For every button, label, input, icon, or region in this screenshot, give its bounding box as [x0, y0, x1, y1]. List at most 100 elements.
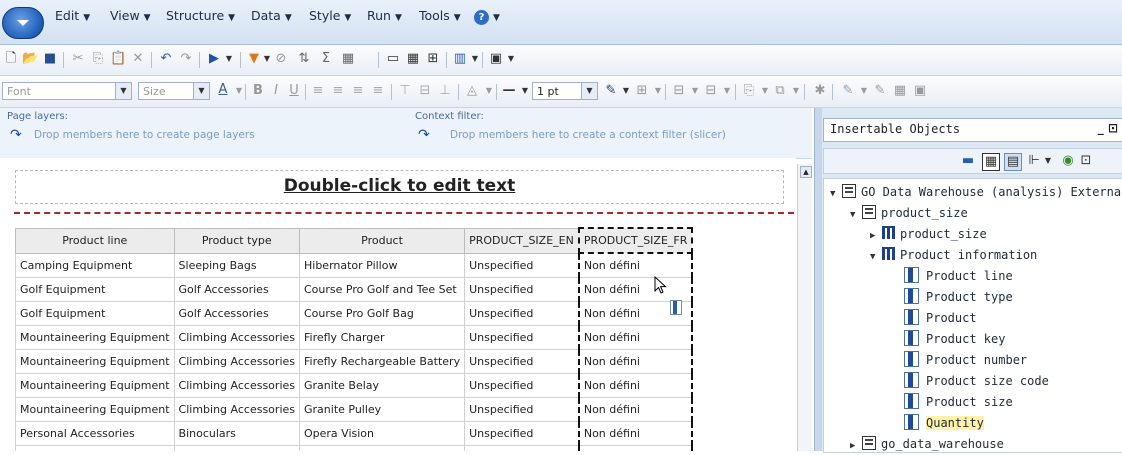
table-cell[interactable]: Non défini — [577, 421, 694, 446]
app-menu-button[interactable] — [2, 7, 44, 39]
table-cell[interactable]: Unspecified — [464, 421, 580, 446]
align-center-icon[interactable]: ≡ — [330, 83, 346, 99]
table-cell[interactable]: Non défini — [577, 445, 694, 451]
properties-icon[interactable]: ⊡ — [1078, 153, 1094, 169]
chart-icon[interactable]: ▥ — [452, 51, 468, 67]
table-row[interactable]: Mountaineering Equipment Climbing Accesso… — [15, 373, 694, 398]
tree-item[interactable]: Product number — [904, 351, 1027, 369]
font-select[interactable]: Font ▼ — [2, 82, 132, 100]
menu-edit[interactable]: Edit ▼ — [55, 8, 90, 23]
valign-top-icon[interactable]: ⊤ — [397, 83, 413, 99]
suppress-icon[interactable]: ⊘ — [273, 51, 289, 67]
chevron-down-icon[interactable]: ▼ — [517, 83, 533, 99]
table-cell[interactable]: Golf Equipment — [15, 301, 175, 326]
pane-splitter[interactable] — [815, 108, 822, 451]
sort-icon[interactable]: ⇅ — [296, 51, 312, 67]
table-cell[interactable]: Climbing Accessories — [173, 325, 301, 350]
chevron-down-icon[interactable]: ▼ — [1040, 153, 1056, 169]
table-cell[interactable]: Non défini — [577, 397, 694, 422]
apply-style-icon[interactable]: ⧉ — [772, 83, 788, 99]
copy-style-icon[interactable]: ✎ — [840, 83, 856, 99]
table-row[interactable]: Mountaineering Equipment Climbing Accesso… — [15, 325, 694, 350]
canvas-scrollbar[interactable]: ▲ — [797, 164, 812, 451]
list-report[interactable]: Product line Product type Product PRODUC… — [15, 227, 694, 451]
copy-icon[interactable]: ⎘ — [90, 51, 106, 67]
style-icon[interactable]: ⎘ — [741, 83, 757, 99]
table-cell[interactable]: Granite Belay — [298, 373, 466, 398]
data-items-tab-icon[interactable]: ▤ — [1004, 153, 1022, 171]
column-header-product-line[interactable]: Product line — [15, 227, 175, 254]
scroll-up-icon[interactable]: ▲ — [800, 166, 812, 178]
table-cell[interactable]: Unspecified — [464, 397, 580, 422]
table-cell[interactable]: Opera Vision — [298, 421, 466, 446]
page-layers-drop-zone[interactable]: Drop members here to create page layers — [34, 129, 255, 141]
chevron-down-icon[interactable]: ▼ — [467, 51, 483, 67]
align-right-icon[interactable]: ≡ — [350, 83, 366, 99]
undo-icon[interactable]: ↶ — [158, 51, 174, 67]
table-cell[interactable]: Climbing Accessories — [173, 349, 301, 374]
source-tab-icon[interactable]: ▦ — [982, 153, 1000, 171]
group-icon[interactable]: ▭ — [385, 51, 401, 67]
line-color-icon[interactable]: ✎ — [603, 83, 619, 99]
table-cell[interactable]: Non défini — [577, 277, 694, 302]
table-cell[interactable]: Unspecified — [464, 445, 580, 451]
chevron-down-icon[interactable]: ▼ — [650, 83, 666, 99]
table-cell[interactable]: Camping Equipment — [15, 252, 175, 278]
table-row[interactable]: Personal AccessoriesBinocularsRanger Vis… — [15, 445, 694, 451]
table-cell[interactable]: Mountaineering Equipment — [15, 325, 175, 350]
valign-bottom-icon[interactable]: ⊥ — [437, 83, 453, 99]
menu-run[interactable]: Run ▼ — [367, 8, 402, 23]
table-cell[interactable]: Non défini — [577, 252, 694, 278]
delete-icon[interactable]: ✕ — [130, 51, 146, 67]
save-icon[interactable]: ■ — [42, 51, 58, 67]
table-cell[interactable]: Binoculars — [173, 421, 301, 446]
table-cell[interactable]: Personal Accessories — [15, 445, 175, 451]
table-cell[interactable]: Mountaineering Equipment — [15, 397, 175, 422]
chevron-down-icon[interactable]: ▼ — [719, 83, 735, 99]
table-cell[interactable]: Personal Accessories — [15, 421, 175, 446]
column-header-product-size-fr[interactable]: PRODUCT_SIZE_FR — [577, 227, 694, 254]
summarize-icon[interactable]: Σ — [318, 51, 334, 67]
table-row[interactable]: Golf Equipment Golf Accessories Course Pro… — [15, 301, 694, 326]
tree-node-query-subject[interactable]: ▶ product_size — [870, 225, 987, 243]
chevron-down-icon[interactable]: ▼ — [503, 51, 519, 67]
table-cell[interactable]: Golf Accessories — [173, 301, 301, 326]
table-cell[interactable]: Firefly Charger — [298, 325, 466, 350]
tree-item[interactable]: Product — [904, 309, 977, 327]
format-data-icon[interactable]: ▣ — [912, 83, 928, 99]
bold-icon[interactable]: B — [250, 83, 266, 99]
menu-tools[interactable]: Tools ▼ — [419, 8, 461, 23]
line-weight-select[interactable]: 1 pt ▼ — [532, 82, 598, 100]
chevron-down-icon[interactable]: ▼ — [788, 83, 804, 99]
tree-node-namespace[interactable]: ▼ product_size — [850, 204, 968, 222]
menu-style[interactable]: Style ▼ — [309, 8, 351, 23]
paste-icon[interactable]: 📋 — [110, 51, 126, 67]
table-cell[interactable]: Course Pro Golf Bag — [298, 301, 466, 326]
chevron-down-icon[interactable]: ▼ — [757, 83, 773, 99]
table-row[interactable]: Personal Accessories Binoculars Opera Visi… — [15, 421, 694, 446]
run-report-icon[interactable]: ▶ — [206, 51, 222, 67]
table-cell[interactable]: Non défini — [577, 325, 694, 350]
new-icon[interactable]: 🗋 — [3, 51, 19, 67]
insert-object-icon[interactable]: ▣ — [488, 51, 504, 67]
margin-icon[interactable]: ⊟ — [703, 83, 719, 99]
background-color-icon[interactable]: ◬ — [464, 83, 480, 99]
tree-item[interactable]: Product key — [904, 330, 1005, 348]
conditional-style-icon[interactable]: ✱ — [812, 83, 828, 99]
tree-item[interactable]: Product size code — [904, 372, 1049, 390]
paste-style-icon[interactable]: ✎ — [872, 83, 888, 99]
font-color-icon[interactable]: A — [215, 82, 231, 98]
chevron-down-icon[interactable]: ▼ — [618, 83, 634, 99]
table-cell[interactable]: Climbing Accessories — [173, 373, 301, 398]
table-cell[interactable]: Unspecified — [464, 373, 580, 398]
table-cell[interactable]: Firefly Rechargeable Battery — [298, 349, 466, 374]
cut-icon[interactable]: ✂ — [70, 51, 86, 67]
chevron-down-icon[interactable]: ▼ — [687, 83, 703, 99]
table-cell[interactable]: Granite Pulley — [298, 397, 466, 422]
menu-data[interactable]: Data ▼ — [251, 8, 292, 23]
justify-icon[interactable]: ≡ — [370, 83, 386, 99]
table-cell[interactable]: Unspecified — [464, 301, 580, 326]
table-cell[interactable]: Mountaineering Equipment — [15, 349, 175, 374]
reset-style-icon[interactable]: ▦ — [892, 83, 908, 99]
column-header-product[interactable]: Product — [298, 227, 466, 254]
